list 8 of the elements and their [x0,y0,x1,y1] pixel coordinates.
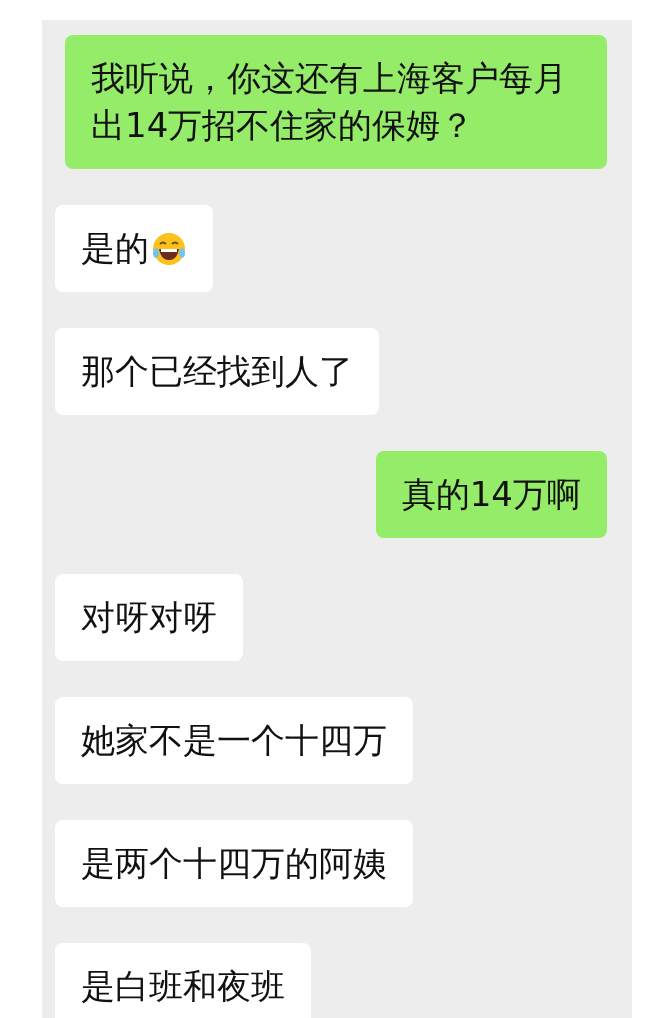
message-text: 是白班和夜班 [81,965,285,1008]
message-text: 她家不是一个十四万 [81,719,387,762]
message-text: 是的 [81,227,149,270]
message-text: 对呀对呀 [81,596,217,639]
message-text: 是两个十四万的阿姨 [81,842,387,885]
message-text: 真的14万啊 [401,473,581,516]
message-text: 那个已经找到人了 [81,350,353,393]
message-text: 我听说，你这还有上海客户每月出14万招不住家的保姆？ [91,57,568,147]
